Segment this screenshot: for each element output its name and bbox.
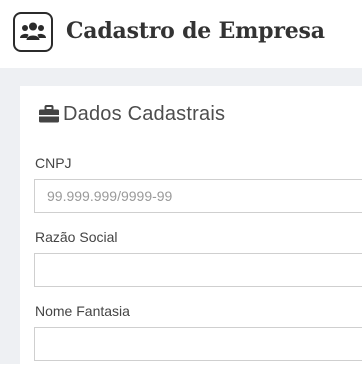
page-header: Cadastro de Empresa xyxy=(0,0,362,68)
razao-social-input[interactable] xyxy=(34,253,362,287)
section-header: Dados Cadastrais xyxy=(39,100,225,128)
page-title: Cadastro de Empresa xyxy=(66,18,325,44)
razao-social-label: Razão Social xyxy=(35,229,118,245)
nome-fantasia-label: Nome Fantasia xyxy=(35,303,130,319)
nome-fantasia-input[interactable] xyxy=(34,327,362,361)
cnpj-input[interactable] xyxy=(34,179,362,213)
section-title: Dados Cadastrais xyxy=(63,102,226,125)
briefcase-icon xyxy=(39,105,59,123)
users-icon xyxy=(13,12,53,52)
cnpj-label: CNPJ xyxy=(35,155,72,171)
